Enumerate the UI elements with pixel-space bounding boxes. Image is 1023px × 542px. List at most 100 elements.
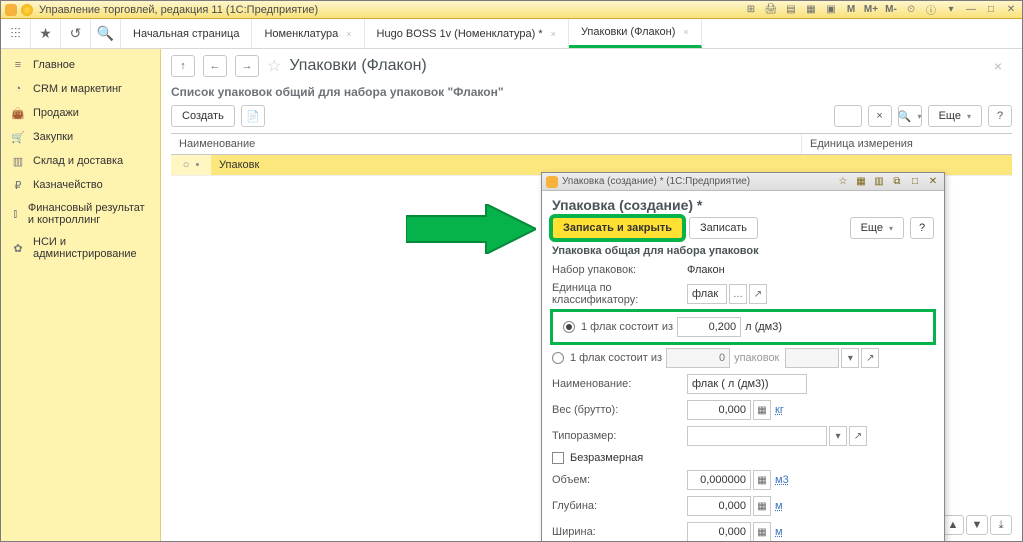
sidebar-item-finresult[interactable]: ⫾Финансовый результат и контроллинг [1,197,160,231]
weight-calc-button[interactable]: ▦ [753,400,771,420]
modal-titlebar-text: Упаковка (создание) * (1С:Предприятие) [562,176,836,187]
sidebar-item-nsi[interactable]: ✿НСИ и администрирование [1,231,160,265]
m-tool1-icon[interactable]: ☆ [836,175,850,189]
radio-packs[interactable] [552,352,564,364]
search-button[interactable]: 🔍 [91,19,121,48]
tab-hugo-boss[interactable]: Hugo BOSS 1v (Номенклатура) *× [365,19,569,48]
titlebar-text: Управление торговлей, редакция 11 (1С:Пр… [39,4,744,16]
search-input[interactable] [834,105,862,127]
col-name[interactable]: Наименование [171,134,802,154]
more-button[interactable]: Еще▾ [928,105,982,127]
tb-calc-icon[interactable]: ▦ [804,3,818,17]
page-close-icon[interactable]: × [994,58,1012,74]
volume-input[interactable] [687,470,751,490]
m-tool4-icon[interactable]: ⧉ [890,175,904,189]
gear-icon: ✿ [11,241,25,255]
back-button[interactable]: ← [203,55,227,77]
row-marker: ○ • [171,155,211,175]
sidebar-item-crm[interactable]: ◔CRM и маркетинг [1,77,160,101]
close-icon[interactable]: × [346,29,351,39]
m-max-icon[interactable]: □ [908,175,922,189]
copy-button[interactable]: 📄 [241,105,265,127]
packs-open-button[interactable]: ↗ [861,348,879,368]
tab-nomenclature[interactable]: Номенклатура× [252,19,364,48]
open-button[interactable]: ↗ [749,284,767,304]
packs-input [666,348,730,368]
close-icon[interactable]: × [551,29,556,39]
depth-input[interactable] [687,496,751,516]
nav-last[interactable]: ⤓ [990,515,1012,535]
tb-grid-icon[interactable]: ⊞ [744,3,758,17]
close-icon[interactable]: × [683,27,688,37]
bag-icon: 👜 [11,106,25,120]
tb-close-icon[interactable]: ✕ [1004,3,1018,17]
width-calc-button[interactable]: ▦ [753,522,771,542]
classifier-input[interactable] [687,284,727,304]
m-tool3-icon[interactable]: ▥ [872,175,886,189]
clear-search-button[interactable]: × [868,105,892,127]
col-unit[interactable]: Единица измерения [802,134,1012,154]
history-button[interactable]: ↺ [61,19,91,48]
row-classifier: Единица по классификатору: … ↗ [542,279,944,309]
tb-m-icon[interactable]: M [844,3,858,17]
tb-print-icon[interactable]: 🖨 [764,3,778,17]
tb-down-icon[interactable]: ▾ [944,3,958,17]
list-toolbar: Создать 📄 × 🔍▾ Еще▾ ? [161,105,1022,133]
weight-unit-link[interactable]: кг [775,404,784,416]
m-tool2-icon[interactable]: ▦ [854,175,868,189]
sidebar-item-sales[interactable]: 👜Продажи [1,101,160,125]
type-open-button[interactable]: ↗ [849,426,867,446]
volume-unit-link[interactable]: м3 [775,474,789,486]
type-drop-button[interactable]: ▾ [829,426,847,446]
titlebar: Управление торговлей, редакция 11 (1С:Пр… [1,1,1022,19]
depth-unit-link[interactable]: м [775,500,783,512]
favorites-button[interactable]: ★ [31,19,61,48]
tb-mminus-icon[interactable]: M- [884,3,898,17]
star-icon[interactable]: ☆ [267,56,281,76]
volume-calc-button[interactable]: ▦ [753,470,771,490]
depth-calc-button[interactable]: ▦ [753,496,771,516]
packs-drop-button[interactable]: ▾ [841,348,859,368]
tb-mplus-icon[interactable]: M+ [864,3,878,17]
search-button[interactable]: 🔍▾ [898,105,922,127]
sidebar-item-treasury[interactable]: ₽Казначейство [1,173,160,197]
up-button[interactable]: ↑ [171,55,195,77]
nav-prev[interactable]: ▲ [942,515,964,535]
sidebar-item-warehouse[interactable]: ▥Склад и доставка [1,149,160,173]
tb-doc-icon[interactable]: ▤ [784,3,798,17]
liters-input[interactable] [677,317,741,337]
menu-icon: ≡ [11,58,25,72]
tb-info-icon[interactable]: ⓘ [924,3,938,17]
create-button[interactable]: Создать [171,105,235,127]
sidebar-item-main[interactable]: ≡Главное [1,53,160,77]
tabstrip: ⫶⫶⫶ ★ ↺ 🔍 Начальная страница Номенклатур… [1,19,1022,49]
m-close-icon[interactable]: ✕ [926,175,940,189]
weight-input[interactable] [687,400,751,420]
help-button[interactable]: ? [988,105,1012,127]
save-and-close-button[interactable]: Записать и закрыть [552,217,683,239]
modal-help-button[interactable]: ? [910,217,934,239]
nav-next[interactable]: ▼ [966,515,988,535]
width-input[interactable] [687,522,751,542]
dimless-checkbox[interactable] [552,452,564,464]
sidebar-item-purchases[interactable]: 🛒Закупки [1,125,160,149]
modal-title: Упаковка (создание) * [542,191,944,217]
forward-button[interactable]: → [235,55,259,77]
tab-packaging[interactable]: Упаковки (Флакон)× [569,19,702,48]
modal-more-button[interactable]: Еще▾ [850,217,904,239]
select-button[interactable]: … [729,284,747,304]
tb-min-icon[interactable]: — [964,3,978,17]
app-icon [5,4,17,16]
tab-start[interactable]: Начальная страница [121,19,252,48]
radio-liters[interactable] [563,321,575,333]
save-button[interactable]: Записать [689,217,758,239]
apps-button[interactable]: ⫶⫶⫶ [1,19,31,48]
type-input[interactable] [687,426,827,446]
pie-icon: ◔ [11,82,25,96]
name-input[interactable] [687,374,807,394]
page-subtitle: Список упаковок общий для набора упаково… [161,83,1022,105]
tb-cal-icon[interactable]: ▣ [824,3,838,17]
tb-time-icon[interactable]: ⏲ [904,3,918,17]
width-unit-link[interactable]: м [775,526,783,538]
tb-max-icon[interactable]: □ [984,3,998,17]
